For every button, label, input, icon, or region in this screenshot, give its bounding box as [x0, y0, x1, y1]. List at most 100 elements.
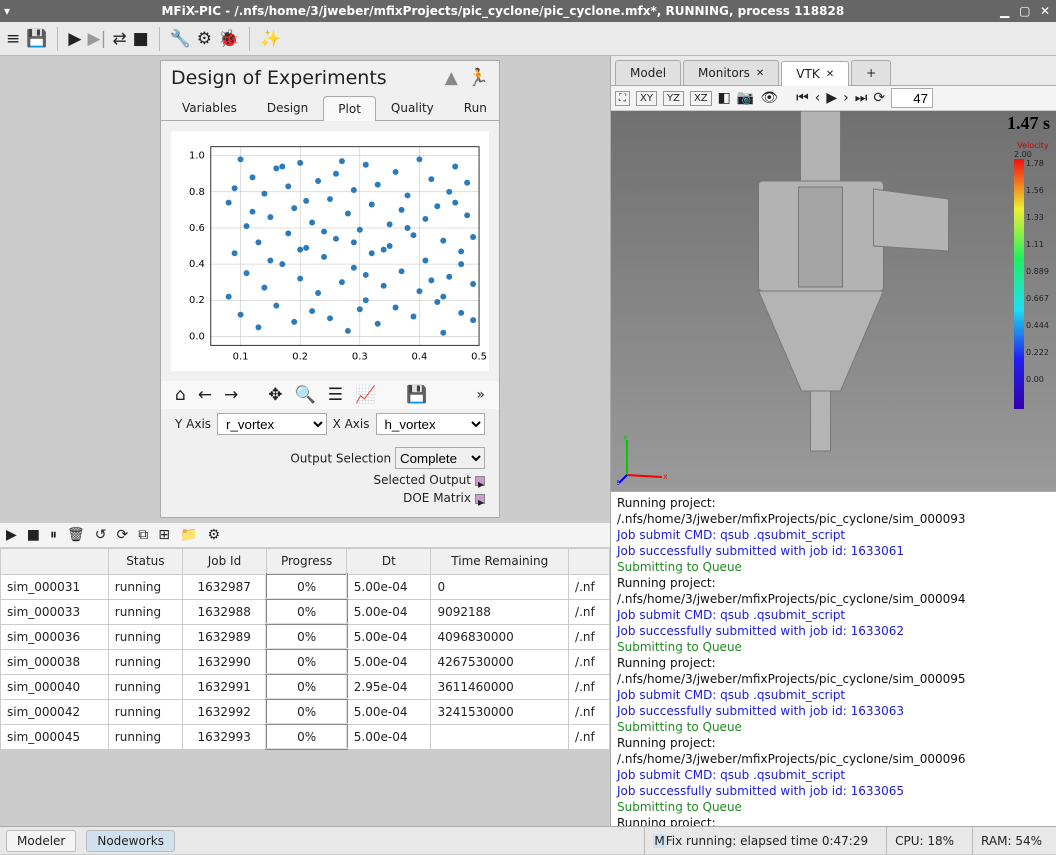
vtk-yz-icon[interactable]: YZ	[663, 91, 684, 106]
vtk-last-icon[interactable]: ⏭	[855, 90, 868, 106]
doe-tab-quality[interactable]: Quality	[376, 95, 449, 120]
doe-matrix-marker-icon[interactable]: ▸	[475, 494, 485, 504]
doe-tab-run[interactable]: Run	[449, 95, 502, 120]
job-trash-icon[interactable]: 🗑	[67, 527, 85, 543]
log-line: Submitting to Queue	[617, 559, 1050, 575]
zoom-icon[interactable]: 🔍	[295, 385, 316, 405]
job-import-icon[interactable]: ⊞	[158, 527, 170, 543]
statusbar-tab-modeler[interactable]: Modeler	[6, 830, 76, 852]
job-col-header[interactable]: Dt	[347, 549, 431, 575]
savefig-icon[interactable]: 💾	[406, 385, 427, 405]
job-col-header[interactable]	[569, 549, 610, 575]
vtk-refresh-icon[interactable]: ⟳	[873, 90, 885, 106]
wrench-icon[interactable]: 🔧	[170, 29, 191, 49]
home-icon[interactable]: ⌂	[175, 385, 186, 405]
window-titlebar: ▾ MFiX-PIC - /.nfs/home/3/jweber/mfixPro…	[0, 0, 1056, 22]
right-tab-model[interactable]: Model	[615, 60, 681, 85]
vtk-frame-input[interactable]	[891, 88, 933, 108]
yaxis-select[interactable]: r_vortex	[217, 413, 327, 435]
table-row[interactable]: sim_000033running16329880%5.00e-04909218…	[1, 599, 610, 624]
tab-close-icon[interactable]: ✕	[756, 68, 764, 79]
job-table[interactable]: StatusJob IdProgressDtTime Remainingsim_…	[0, 547, 610, 826]
job-col-header[interactable]: Time Remaining	[431, 549, 569, 575]
doe-tab-plot[interactable]: Plot	[323, 96, 376, 121]
play-icon[interactable]: ▶	[68, 29, 81, 49]
forward-icon[interactable]: →	[224, 385, 238, 405]
chart-icon[interactable]: 📈	[355, 385, 376, 405]
status-ram: RAM: 54%	[972, 827, 1050, 854]
vtk-xz-icon[interactable]: XZ	[690, 91, 712, 106]
log-line: Job submit CMD: qsub .qsubmit_script	[617, 607, 1050, 623]
job-undo-icon[interactable]: ↺	[95, 527, 107, 543]
pan-icon[interactable]: ✥	[268, 385, 282, 405]
run-icon[interactable]: 🏃	[468, 68, 489, 88]
svg-text:0.8: 0.8	[189, 187, 205, 198]
statusbar-tab-nodeworks[interactable]: Nodeworks	[86, 830, 175, 852]
bug-icon[interactable]: 🐞	[218, 29, 239, 49]
job-play-icon[interactable]: ▶	[6, 527, 17, 543]
doe-tab-design[interactable]: Design	[252, 95, 323, 120]
table-row[interactable]: sim_000045running16329930%5.00e-04/.nf	[1, 724, 610, 749]
window-maximize-icon[interactable]: ▢	[1018, 4, 1032, 18]
vtk-geometry	[611, 111, 1056, 491]
vtk-cube-icon[interactable]: ◧	[718, 90, 731, 106]
job-col-header[interactable]: Progress	[266, 549, 346, 575]
table-row[interactable]: sim_000042running16329920%5.00e-04324153…	[1, 699, 610, 724]
back-icon[interactable]: ←	[198, 385, 212, 405]
save-icon[interactable]: 💾	[26, 29, 47, 49]
right-tab-monitors[interactable]: Monitors✕	[683, 60, 779, 85]
vtk-first-icon[interactable]: ⏮	[796, 90, 809, 106]
job-folder-icon[interactable]: 📁	[180, 527, 197, 543]
job-pause-icon[interactable]: ⏸	[50, 527, 57, 543]
xaxis-select[interactable]: h_vortex	[376, 413, 486, 435]
doe-title: Design of Experiments	[171, 67, 445, 89]
vtk-camera-icon[interactable]: 📷	[737, 90, 754, 106]
step-icon[interactable]: ▶|	[88, 29, 107, 49]
vtk-perspective-icon[interactable]: ⛶	[615, 91, 630, 106]
job-export-icon[interactable]: ⧉	[138, 527, 148, 543]
job-refresh-icon[interactable]: ⟳	[117, 527, 129, 543]
log-pane[interactable]: Running project: /.nfs/home/3/jweber/mfi…	[611, 491, 1056, 826]
job-settings-icon[interactable]: ⚙	[207, 527, 220, 543]
vtk-3d-view[interactable]: 1.47 s Velocity 2.00 1.781.561.331.110.8…	[611, 111, 1056, 491]
job-col-header[interactable]: Status	[108, 549, 182, 575]
window-close-icon[interactable]: ✕	[1038, 4, 1052, 18]
table-row[interactable]: sim_000036running16329890%5.00e-04409683…	[1, 624, 610, 649]
output-selection-select[interactable]: Complete	[395, 447, 485, 469]
vtk-eye-icon[interactable]: 👁	[760, 90, 778, 106]
warning-icon[interactable]: ▲	[445, 68, 458, 88]
yaxis-label: Y Axis	[175, 417, 211, 431]
tab-close-icon[interactable]: ✕	[826, 69, 834, 80]
vtk-play-icon[interactable]: ▶	[826, 90, 837, 106]
table-row[interactable]: sim_000038running16329900%5.00e-04426753…	[1, 649, 610, 674]
configure-icon[interactable]: ☰	[328, 385, 343, 405]
add-tab-button[interactable]: +	[851, 60, 891, 85]
right-tabs: ModelMonitors✕VTK✕+	[611, 56, 1056, 86]
job-col-header[interactable]: Job Id	[183, 549, 267, 575]
svg-text:0.2: 0.2	[292, 351, 308, 362]
doe-tab-variables[interactable]: Variables	[167, 95, 252, 120]
stop-icon[interactable]: ■	[133, 29, 149, 49]
loop-icon[interactable]: ⇄	[112, 29, 126, 49]
status-running: MFix running: elapsed time 0:47:29	[644, 827, 876, 854]
log-line: Submitting to Queue	[617, 719, 1050, 735]
colorbar-max: 2.00	[1014, 150, 1052, 159]
vtk-axes-icon: x y z	[617, 435, 667, 485]
chevron-right-icon[interactable]: »	[476, 387, 485, 403]
log-line: Running project: /.nfs/home/3/jweber/mfi…	[617, 495, 1050, 527]
vtk-xy-icon[interactable]: XY	[636, 91, 657, 106]
sliders-icon[interactable]: ⚙	[197, 29, 212, 49]
vtk-next-icon[interactable]: ›	[843, 90, 849, 106]
table-row[interactable]: sim_000031running16329870%5.00e-040/.nf	[1, 574, 610, 599]
window-minimize-icon[interactable]: ▁	[998, 4, 1012, 18]
vtk-prev-icon[interactable]: ‹	[815, 90, 821, 106]
job-col-header[interactable]	[1, 549, 109, 575]
svg-text:0.5: 0.5	[471, 351, 487, 362]
plot-area[interactable]: 0.10.20.30.40.50.00.20.40.60.81.0	[171, 131, 489, 371]
table-row[interactable]: sim_000040running16329910%2.95e-04361146…	[1, 674, 610, 699]
menu-icon[interactable]: ≡	[6, 29, 20, 49]
right-tab-vtk[interactable]: VTK✕	[781, 61, 849, 86]
wand-icon[interactable]: ✨	[260, 29, 281, 49]
selected-output-marker-icon[interactable]: ▸	[475, 476, 485, 486]
job-stop-icon[interactable]: ■	[27, 527, 40, 543]
